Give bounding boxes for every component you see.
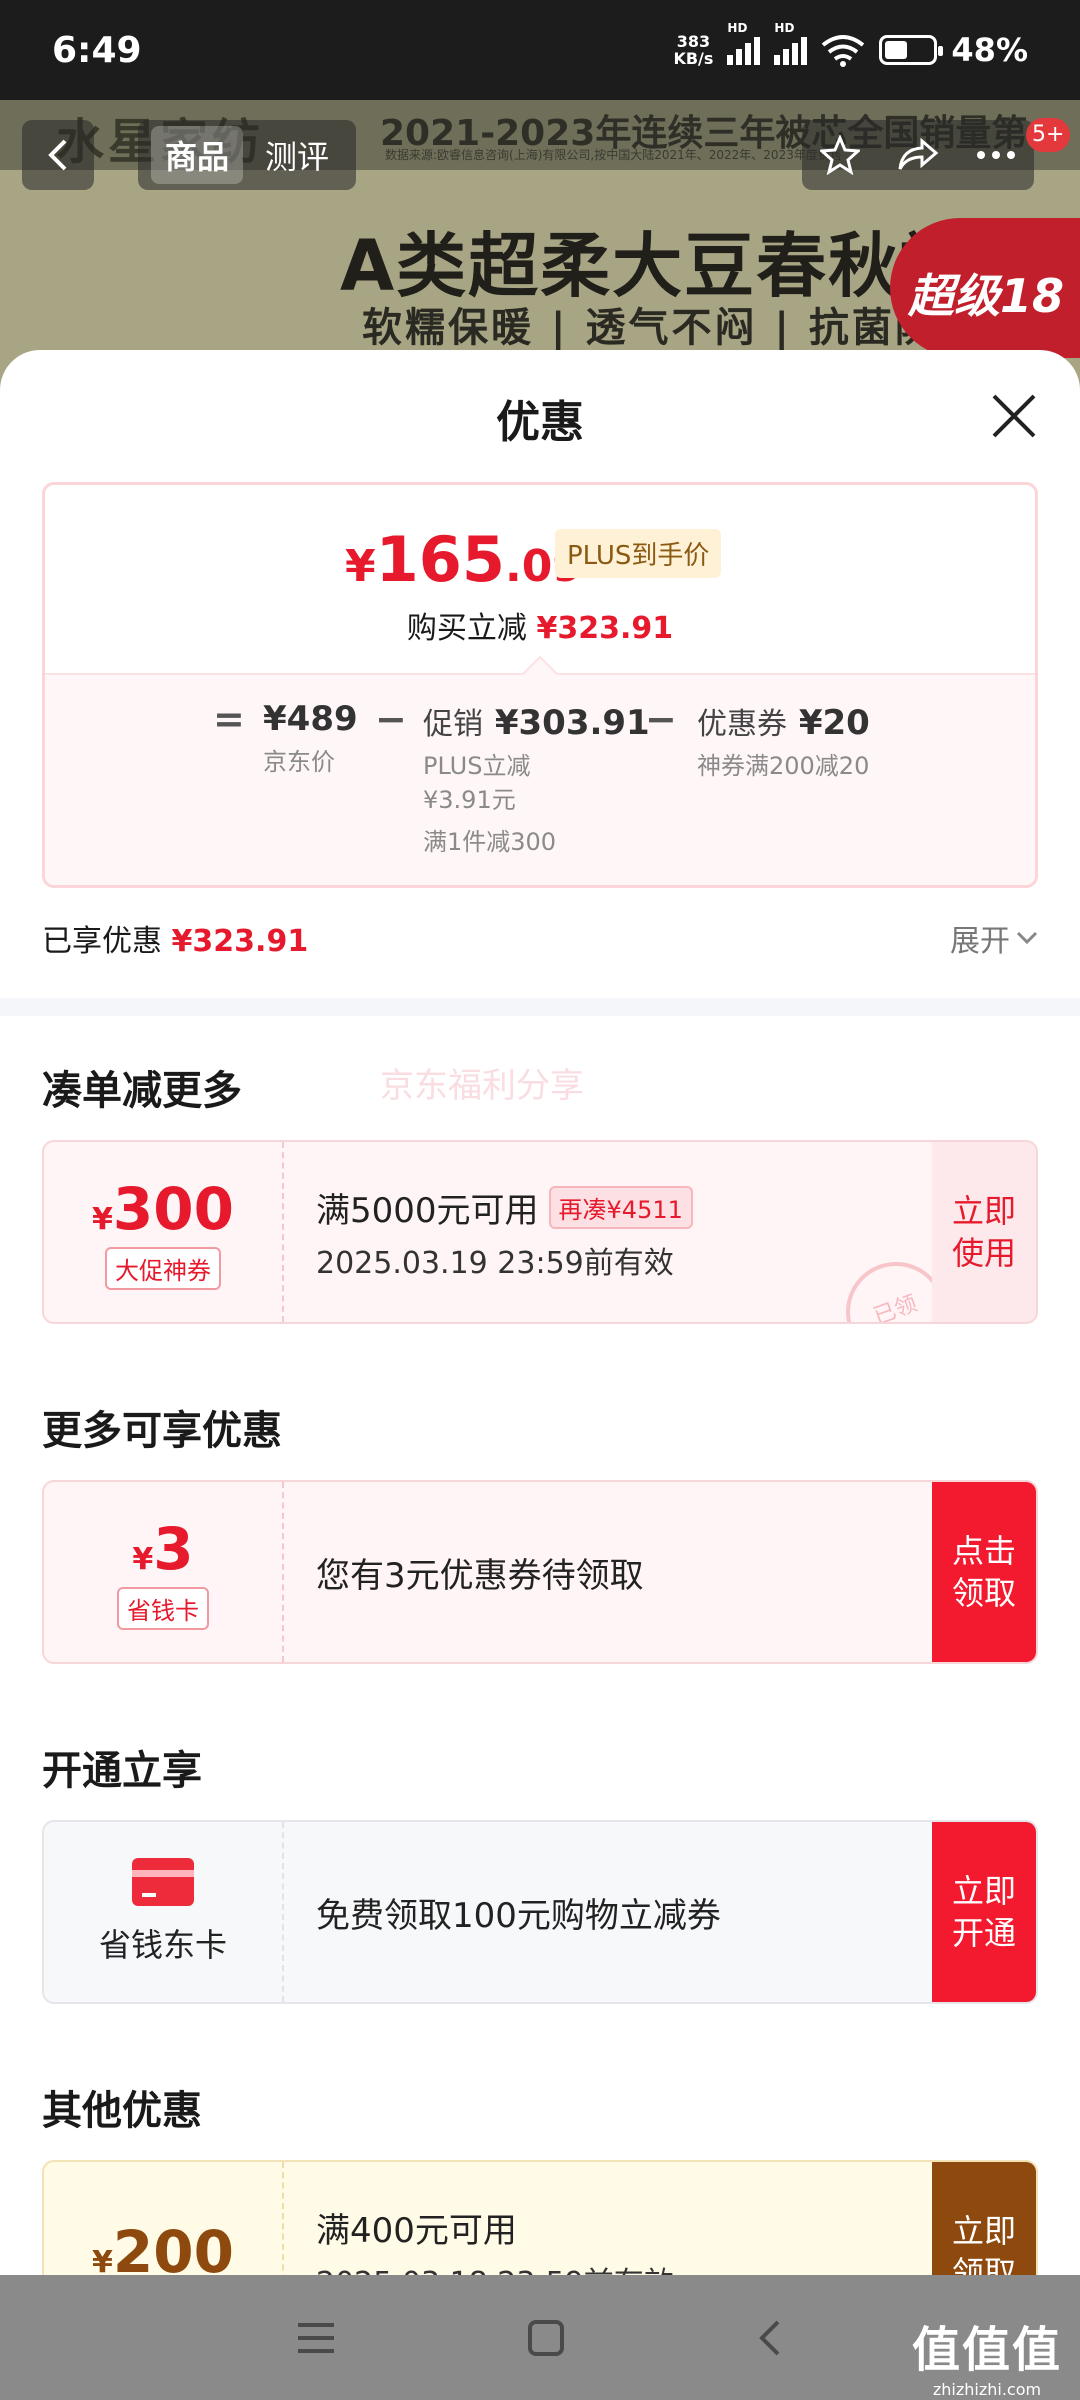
banner-fine-print: 数据来源:欧睿信息咨询(上海)有限公司,按中国大陆2021年、2022年、202…: [385, 148, 842, 162]
minus-sign: −: [375, 697, 407, 741]
clock: 6:49: [52, 29, 142, 71]
card-icon: [132, 1858, 194, 1906]
top-tabs: 商品 测评: [138, 120, 356, 190]
sheet-title: 优惠: [496, 397, 584, 448]
minus-sign: −: [645, 697, 677, 741]
discount-sheet: 优惠 ¥ 165 .09 PLUS到手价 购买立减 ¥323.91 = ¥489…: [0, 350, 1080, 2275]
status-icons: 383 KB/s HD HD 48%: [673, 21, 1028, 69]
share-icon[interactable]: [896, 135, 940, 175]
net-speed: 383 KB/s: [673, 32, 714, 68]
coupon-card-200: ¥200 满400元可用 2025.03.18 23:59前有效 立即领取: [42, 2160, 1038, 2275]
back-button[interactable]: [22, 120, 94, 190]
watermark: 京东福利分享: [380, 1066, 584, 1106]
plus-price-tag: PLUS到手价: [555, 529, 722, 578]
coupon-tag: 大促神券: [105, 1246, 221, 1290]
section-title-other: 其他优惠: [42, 2088, 202, 2134]
enjoyed-discount: 已享优惠 ¥323.91: [42, 924, 309, 959]
final-price: ¥ 165 .09: [345, 523, 583, 596]
expand-button[interactable]: 展开: [950, 916, 1038, 960]
use-now-button[interactable]: 立即 使用: [932, 1142, 1036, 1322]
coupon-amount: ¥3: [132, 1514, 194, 1583]
section-title-open: 开通立享: [42, 1748, 202, 1794]
sheet-header: 优惠: [0, 350, 1080, 480]
star-icon[interactable]: [820, 135, 860, 175]
more-icon[interactable]: [976, 150, 1016, 160]
menu-icon[interactable]: [296, 2321, 336, 2355]
signal-icon: HD: [727, 21, 761, 65]
price-breakdown-card: ¥ 165 .09 PLUS到手价 购买立减 ¥323.91 = ¥489 京东…: [42, 482, 1038, 888]
site-logo: 值值值 zhizhizhi.com: [911, 2322, 1062, 2399]
coupon-tag: 省钱卡: [117, 1586, 209, 1630]
super-label: 超级18: [890, 218, 1080, 358]
signal-icon: HD: [774, 21, 808, 65]
saving-line: 购买立减 ¥323.91: [406, 611, 674, 646]
promo-discount: 促销 ¥303.91 PLUS立减 ¥3.91元 满1件减300: [423, 703, 650, 856]
coupon-card-300: ¥300 大促神券 满5000元可用 再凑¥4511 2025.03.19 23:…: [42, 1140, 1038, 1324]
battery-icon: [879, 35, 944, 65]
claim-now-button[interactable]: 立即 领取: [932, 2162, 1036, 2275]
banner-subtitle: 软糯保暖 | 透气不闷 | 抗菌防: [362, 305, 938, 351]
tab-review[interactable]: 测评: [251, 126, 343, 184]
battery-percent: 48%: [951, 31, 1028, 69]
section-title-more: 更多可享优惠: [42, 1408, 282, 1454]
card-name: 省钱东卡: [98, 1926, 227, 1964]
topup-chip: 再凑¥4511: [548, 1185, 693, 1229]
coupon-card-3: ¥3 省钱卡 您有3元优惠券待领取 点击 领取: [42, 1480, 1038, 1664]
equals-sign: =: [213, 697, 245, 741]
wifi-icon: [822, 35, 865, 67]
claim-button[interactable]: 点击 领取: [932, 1482, 1036, 1662]
notification-badge: 5+: [1026, 118, 1071, 152]
coupon-discount: 优惠券 ¥20 神券满200减20: [697, 703, 870, 780]
coupon-amount: ¥300: [92, 1174, 234, 1243]
tab-product[interactable]: 商品: [150, 126, 243, 184]
coupon-amount: ¥200: [92, 2218, 234, 2275]
close-icon[interactable]: [988, 390, 1040, 442]
top-actions: [802, 120, 1034, 190]
home-icon[interactable]: [527, 2319, 565, 2357]
price-formula: = ¥489 京东价 − 促销 ¥303.91 PLUS立减 ¥3.91元 满1…: [45, 655, 1035, 885]
open-now-button[interactable]: 立即 开通: [932, 1822, 1036, 2002]
jd-price: ¥489 京东价: [263, 699, 358, 776]
chevron-down-icon: [1016, 931, 1038, 945]
savings-card-offer: 省钱东卡 免费领取100元购物立减券 立即 开通: [42, 1820, 1038, 2004]
status-bar: 6:49 383 KB/s HD HD 48%: [0, 0, 1080, 100]
section-title-combine: 凑单减更多: [42, 1068, 242, 1114]
back-icon: [48, 139, 67, 171]
nav-back-icon[interactable]: [756, 2318, 784, 2358]
